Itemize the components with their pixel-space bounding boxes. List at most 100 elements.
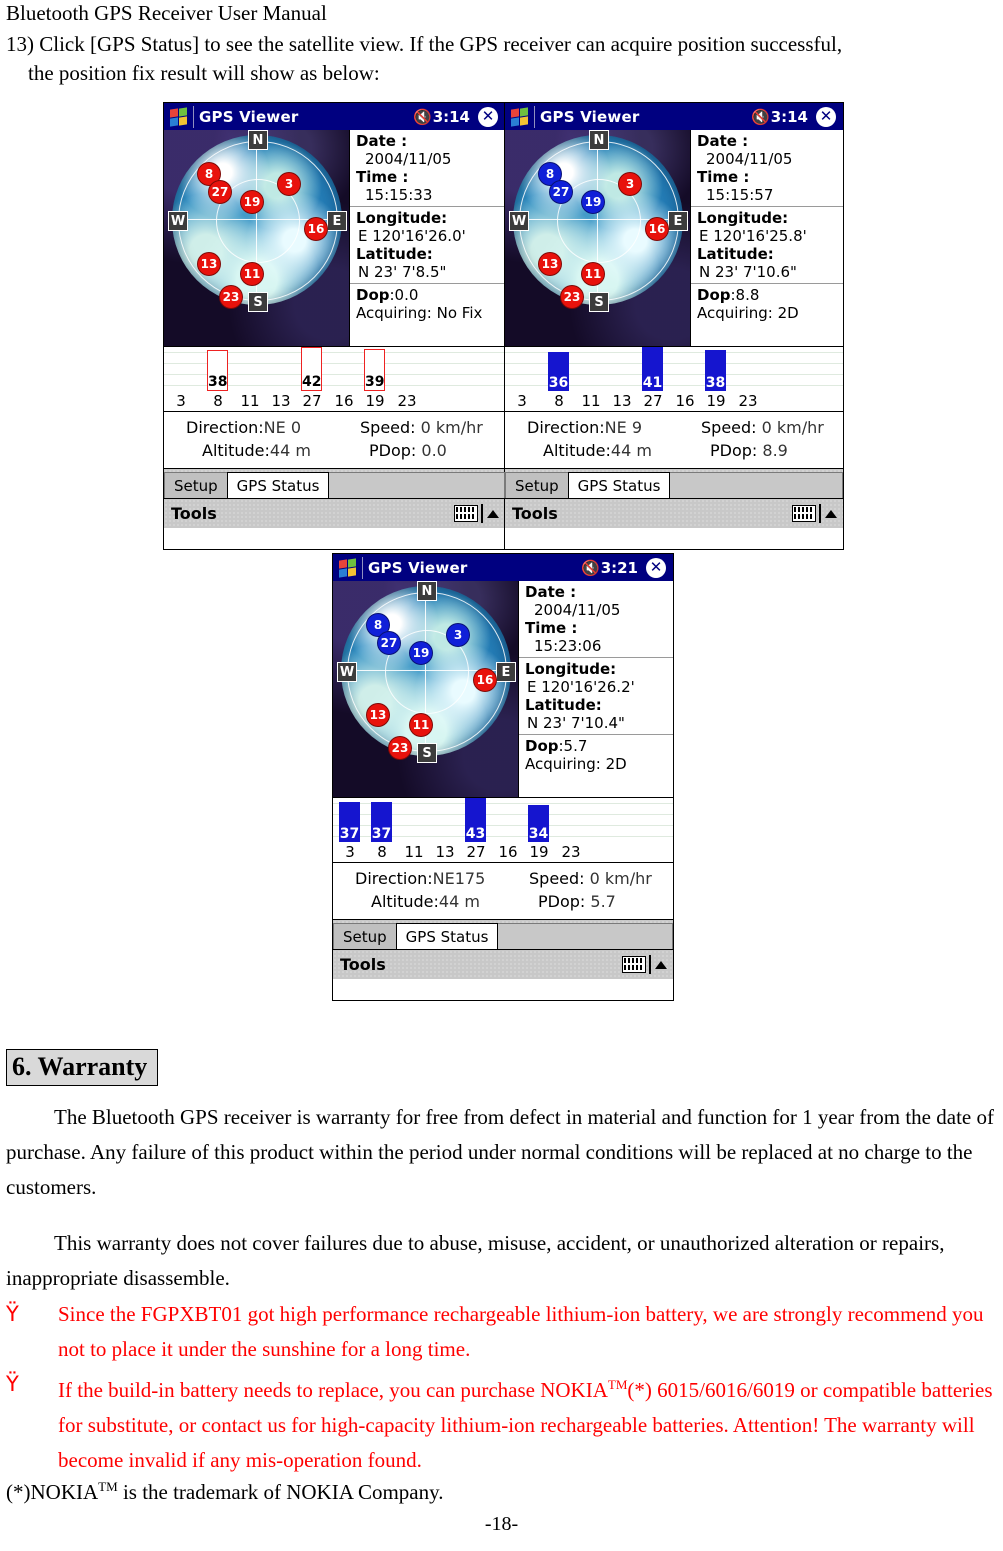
- tab-strip: Setup GPS Status: [164, 468, 505, 498]
- warranty-paragraph-1: The Bluetooth GPS receiver is warranty f…: [6, 1100, 997, 1205]
- signal-bar: 38: [207, 350, 228, 391]
- direction-readout: Direction:NE175: [355, 869, 485, 888]
- gps-viewer-screenshot-2: GPS Viewer 🔇 3:14 ✕ N E S W 8 3 27 19 16…: [504, 102, 844, 550]
- speed-label: Speed:: [701, 418, 757, 437]
- tools-menu[interactable]: Tools: [171, 504, 217, 523]
- clock-label[interactable]: 3:21: [601, 559, 638, 577]
- chart-axis: 3 8 11 13 27 16 19 23: [333, 842, 673, 862]
- signal-bar-value: 38: [705, 375, 726, 391]
- compass-east-label: E: [668, 211, 688, 231]
- warranty-bullet-1-text: Since the FGPXBT01 got high performance …: [58, 1302, 984, 1361]
- compass-south-label: S: [589, 292, 609, 312]
- tab-setup[interactable]: Setup: [505, 472, 569, 498]
- satellite-marker[interactable]: 23: [388, 736, 412, 760]
- tab-gps-status[interactable]: GPS Status: [226, 472, 330, 498]
- close-icon[interactable]: ✕: [816, 106, 836, 127]
- acquiring-status: Acquiring: 2D: [697, 304, 799, 322]
- satellite-marker[interactable]: 19: [581, 190, 605, 214]
- time-value: 15:15:33: [365, 186, 433, 204]
- tools-bar-right: [792, 504, 843, 523]
- satellite-marker[interactable]: 3: [277, 172, 301, 196]
- close-icon[interactable]: ✕: [478, 106, 498, 127]
- title-bar: GPS Viewer 🔇 3:14 ✕: [164, 103, 505, 130]
- satellite-marker[interactable]: 23: [219, 285, 243, 309]
- tools-menu[interactable]: Tools: [512, 504, 558, 523]
- tab-setup[interactable]: Setup: [164, 472, 228, 498]
- axis-tick-label: 19: [365, 392, 385, 410]
- satellite-marker[interactable]: 23: [560, 285, 584, 309]
- latitude-label: Latitude:: [697, 245, 774, 263]
- speaker-muted-icon[interactable]: 🔇: [581, 559, 600, 577]
- tools-bar: Tools: [333, 949, 673, 979]
- satellite-sky-view[interactable]: N E S W 8 3 27 19 16 13 11 23: [505, 130, 690, 346]
- window-title: GPS Viewer: [199, 107, 299, 126]
- satellite-marker[interactable]: 3: [618, 172, 642, 196]
- divider: [534, 105, 535, 128]
- tab-gps-status[interactable]: GPS Status: [395, 923, 499, 949]
- caret-up-icon[interactable]: [655, 960, 667, 969]
- dop-block: Dop:0.0 Acquiring: No Fix: [350, 283, 505, 324]
- tab-strip: Setup GPS Status: [505, 468, 843, 498]
- direction-value: NE 0: [263, 418, 302, 437]
- bullet-marker-icon: Ÿ: [6, 1302, 19, 1326]
- direction-readout: Direction:NE 9: [527, 418, 642, 437]
- warranty-paragraph-2-text: This warranty does not cover failures du…: [6, 1231, 945, 1290]
- acquiring-status: Acquiring: 2D: [525, 755, 627, 773]
- tab-setup[interactable]: Setup: [333, 923, 397, 949]
- satellite-marker[interactable]: 13: [197, 252, 221, 276]
- keyboard-icon[interactable]: [454, 505, 478, 522]
- direction-label: Direction:: [527, 418, 605, 437]
- axis-tick-label: 11: [581, 392, 601, 410]
- step-line-1: 13) Click [GPS Status] to see the satell…: [6, 32, 843, 56]
- satellite-marker[interactable]: 27: [377, 631, 401, 655]
- axis-tick-label: 16: [498, 843, 518, 861]
- satellite-marker[interactable]: 16: [304, 217, 328, 241]
- navigation-readout: Direction:NE175 Altitude:44 m Speed: 0 k…: [333, 862, 673, 919]
- pdop-value: 8.9: [762, 441, 788, 460]
- satellite-sky-view[interactable]: N E S W 8 3 27 19 16 13 11 23: [333, 581, 518, 797]
- caret-up-icon[interactable]: [825, 509, 837, 518]
- satellite-marker[interactable]: 13: [366, 703, 390, 727]
- tools-menu[interactable]: Tools: [340, 955, 386, 974]
- axis-tick-label: 3: [345, 843, 355, 861]
- axis-tick-label: 13: [271, 392, 291, 410]
- chart-bars: 37 37 43 34: [333, 798, 673, 842]
- altitude-label: Altitude:: [202, 441, 270, 460]
- satellite-marker[interactable]: 3: [446, 623, 470, 647]
- axis-tick-label: 11: [240, 392, 260, 410]
- caret-up-icon[interactable]: [487, 509, 499, 518]
- signal-bar: 38: [705, 350, 726, 391]
- satellite-marker[interactable]: 11: [240, 262, 264, 286]
- satellite-marker[interactable]: 16: [473, 668, 497, 692]
- keyboard-icon[interactable]: [622, 956, 646, 973]
- satellite-sky-view[interactable]: N E S W 8 3 27 19 16 13 11 23: [164, 130, 349, 346]
- clock-label[interactable]: 3:14: [771, 108, 808, 126]
- warranty-paragraph-1-text: The Bluetooth GPS receiver is warranty f…: [6, 1105, 994, 1199]
- speaker-muted-icon[interactable]: 🔇: [413, 108, 432, 126]
- warranty-bullet-1: Ÿ Since the FGPXBT01 got high performanc…: [6, 1297, 997, 1367]
- time-value: 15:23:06: [534, 637, 602, 655]
- satellite-marker[interactable]: 19: [240, 190, 264, 214]
- signal-bar-value: 38: [208, 374, 228, 390]
- satellite-marker[interactable]: 27: [549, 180, 573, 204]
- clock-label[interactable]: 3:14: [433, 108, 470, 126]
- axis-tick-label: 23: [397, 392, 417, 410]
- close-icon[interactable]: ✕: [646, 557, 666, 578]
- date-label: Date :: [356, 132, 408, 150]
- satellite-marker[interactable]: 16: [645, 217, 669, 241]
- tab-gps-status[interactable]: GPS Status: [567, 472, 671, 498]
- satellite-marker[interactable]: 27: [208, 180, 232, 204]
- time-label: Time :: [697, 168, 750, 186]
- satellite-marker[interactable]: 11: [581, 262, 605, 286]
- keyboard-icon[interactable]: [792, 505, 816, 522]
- longitude-label: Longitude:: [525, 660, 617, 678]
- altitude-readout: Altitude:44 m: [371, 892, 480, 911]
- satellite-marker[interactable]: 13: [538, 252, 562, 276]
- datetime-block: Date : 2004/11/05 Time : 15:23:06: [519, 581, 673, 657]
- dop-row: Dop:5.7: [525, 737, 673, 755]
- signal-bar: 39: [364, 349, 385, 391]
- satellite-marker[interactable]: 11: [409, 713, 433, 737]
- satellite-marker[interactable]: 19: [409, 641, 433, 665]
- speaker-muted-icon[interactable]: 🔇: [751, 108, 770, 126]
- signal-bar-value: 43: [465, 826, 486, 842]
